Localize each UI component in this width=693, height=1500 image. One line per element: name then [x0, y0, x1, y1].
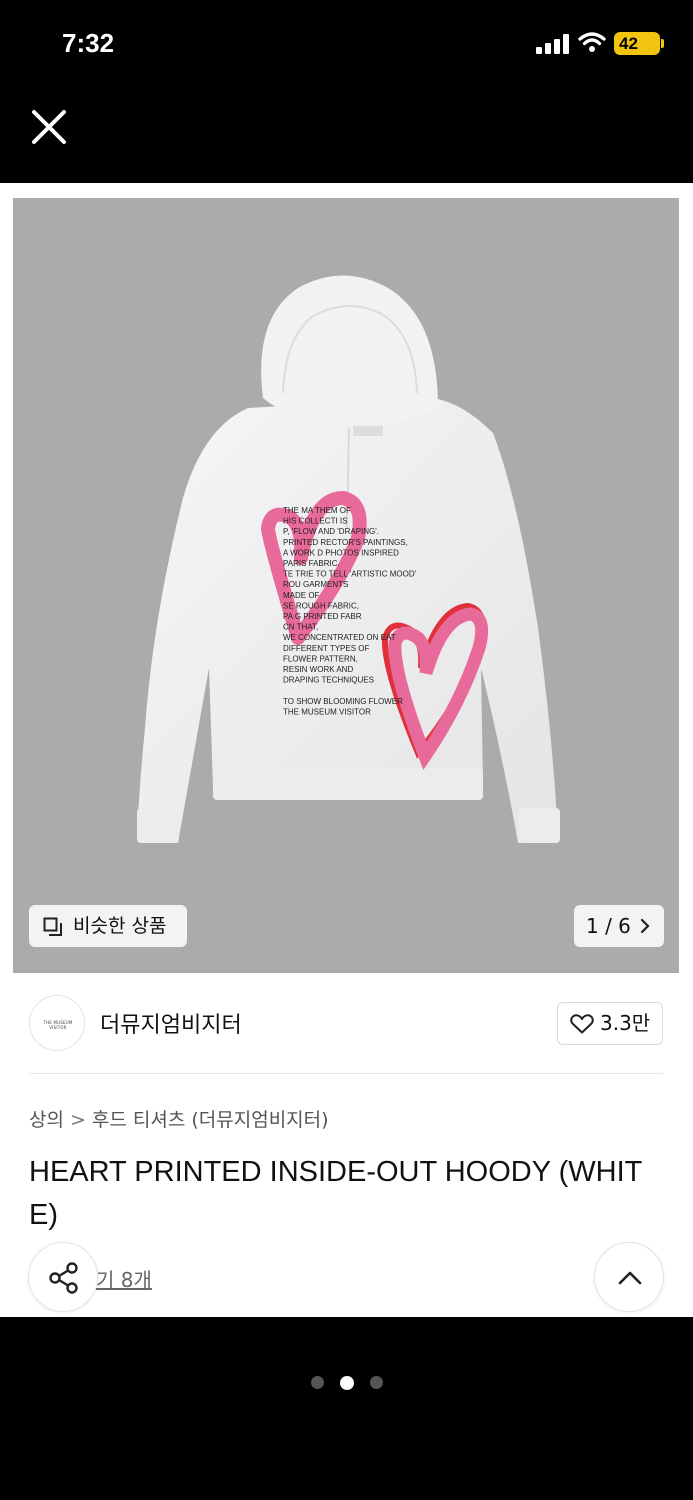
hoodie-print-line: ROU GARMENTS: [283, 580, 348, 589]
close-icon[interactable]: [24, 102, 74, 152]
status-bar: 7:32 42: [0, 0, 693, 88]
hoodie-print-line: MADE OF: [283, 591, 320, 600]
chevron-up-icon: [618, 1271, 642, 1285]
image-page-text: 1 / 6: [586, 914, 631, 938]
pagination-dots: [0, 1372, 693, 1390]
top-bar: [0, 88, 693, 183]
hoodie-print-line: TO SHOW BLOOMING FLOWER: [283, 697, 403, 706]
product-image-gallery[interactable]: THE MA THEM OF HIS COLLECTI IS P, 'FLOW A…: [13, 198, 679, 973]
breadcrumb: 상의 > 후드 티셔츠 (더뮤지엄비지터): [29, 1105, 329, 1132]
share-icon: [49, 1262, 78, 1294]
hoodie-print-line: DRAPING TECHNIQUES: [283, 676, 374, 685]
wifi-icon: [578, 32, 606, 52]
hoodie-print-line: A WORK D PHOTOS INSPIRED: [283, 548, 399, 557]
hoodie-print-line: THE MA THEM OF: [283, 506, 351, 515]
hoodie-print-line: WE CONCENTRATED ON EAT: [283, 633, 396, 642]
battery-level: 42: [619, 34, 638, 53]
pagination-dot-active[interactable]: [339, 1375, 354, 1390]
brand-logo-text: THE MUSEUM VISITOR: [43, 1020, 73, 1030]
similar-products-icon: [43, 917, 62, 936]
hoodie-print-line: DIFFERENT TYPES OF: [283, 644, 369, 653]
divider: [29, 1073, 663, 1074]
hoodie-print-line: PARIS FABRIC.: [283, 559, 340, 568]
share-button[interactable]: [28, 1242, 98, 1312]
brand-logo[interactable]: THE MUSEUM VISITOR: [29, 995, 85, 1051]
hoodie-print-line: SE ROUGH FABRIC,: [283, 601, 359, 610]
hoodie-print-line: HIS COLLECTI IS: [283, 517, 347, 526]
like-count: 3.3만: [600, 1011, 651, 1035]
scroll-top-button[interactable]: [594, 1242, 664, 1312]
pagination-dot[interactable]: [310, 1376, 324, 1389]
similar-products-label: 비슷한 상품: [73, 915, 167, 937]
brand-name[interactable]: 더뮤지엄비지터: [100, 1007, 242, 1039]
hoodie-print-line: P, 'FLOW AND 'DRAPING'.: [283, 527, 379, 536]
hoodie-print-line: TE TRIE TO TELL 'ARTISTIC MOOD': [283, 570, 417, 579]
hoodie-print-line: CN THAT,: [283, 623, 318, 632]
signal-icon: [536, 34, 569, 54]
hoodie-print-line: THE MUSEUM VISITOR: [283, 707, 371, 716]
breadcrumb-category[interactable]: 상의: [29, 1109, 64, 1131]
hoodie-print-line: PA G PRINTED FABR: [283, 612, 362, 621]
hoodie-print-line: RESIN WORK AND: [283, 665, 353, 674]
product-title: HEART PRINTED INSIDE-OUT HOODY (WHITE): [29, 1156, 643, 1231]
brand-row: THE MUSEUM VISITOR 더뮤지엄비지터 3.3만: [0, 973, 693, 1073]
status-time: 7:32: [62, 28, 115, 58]
breadcrumb-subcategory[interactable]: 후드 티셔츠 (더뮤지엄비지터): [92, 1109, 329, 1131]
product-page: THE MA THEM OF HIS COLLECTI IS P, 'FLOW A…: [0, 183, 693, 1317]
hoodie-print-line: FLOWER PATTERN,: [283, 654, 358, 663]
review-link[interactable]: 기 8개: [96, 1264, 152, 1293]
like-button[interactable]: 3.3만: [557, 1002, 663, 1045]
hoodie-illustration: THE MA THEM OF HIS COLLECTI IS P, 'FLOW A…: [137, 275, 560, 843]
similar-products-button[interactable]: 비슷한 상품: [29, 905, 187, 947]
hoodie-print-line: PRINTED RECTOR'S PAINTINGS,: [283, 538, 408, 547]
battery-tip: [661, 39, 664, 48]
chevron-right-icon: [640, 918, 650, 934]
pagination-dot[interactable]: [369, 1376, 383, 1389]
chevron-right-icon: >: [69, 1109, 86, 1131]
battery-indicator: 42: [614, 32, 664, 55]
image-page-indicator[interactable]: 1 / 6: [574, 905, 664, 947]
heart-icon: [570, 1014, 594, 1034]
